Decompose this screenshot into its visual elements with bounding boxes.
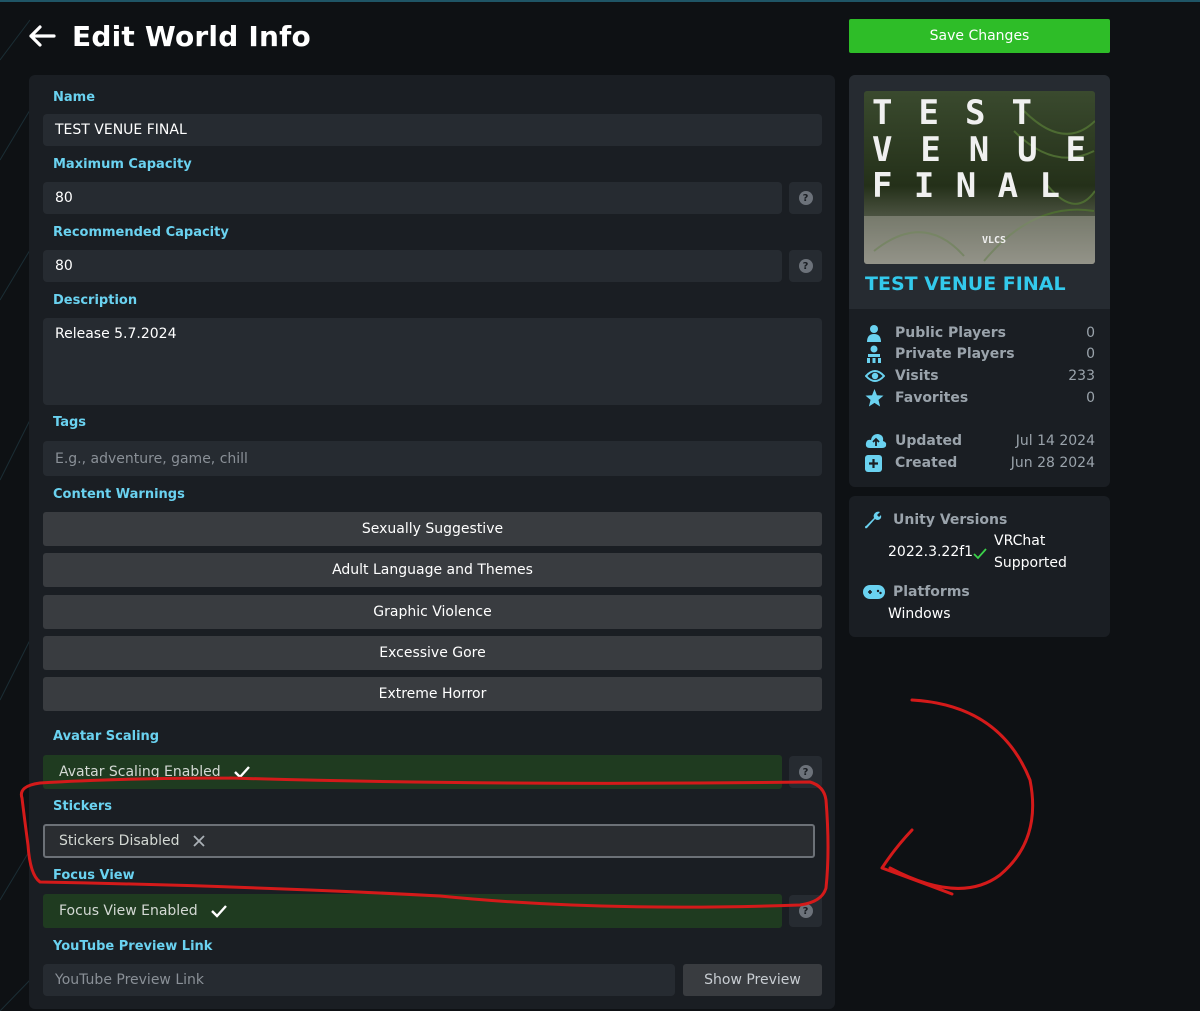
content-warning-graphic-violence[interactable]: Graphic Violence xyxy=(43,595,822,629)
stickers-label: Stickers xyxy=(53,799,113,814)
world-thumbnail: TEST VENUE FINAL VLCS xyxy=(864,91,1095,264)
back-arrow-icon[interactable] xyxy=(28,21,58,51)
focus-view-status: Focus View Enabled xyxy=(59,903,198,919)
avatar-scaling-toggle[interactable]: Avatar Scaling Enabled xyxy=(43,755,782,789)
stat-favorites: Favorites 0 xyxy=(865,388,1095,408)
max-capacity-label: Maximum Capacity xyxy=(53,157,192,172)
focus-view-label: Focus View xyxy=(53,868,135,883)
help-icon: ? xyxy=(798,904,813,918)
unity-versions-label: Unity Versions xyxy=(893,512,1008,528)
person-icon xyxy=(865,323,887,343)
close-x-icon xyxy=(192,834,206,848)
rec-capacity-input[interactable]: 80 xyxy=(43,250,782,282)
content-warning-extreme-horror[interactable]: Extreme Horror xyxy=(43,677,822,711)
plus-square-icon xyxy=(865,453,887,473)
star-icon xyxy=(865,388,887,408)
focus-view-help-button[interactable]: ? xyxy=(789,895,822,927)
content-warning-adult-language[interactable]: Adult Language and Themes xyxy=(43,553,822,587)
thumbnail-tag: VLCS xyxy=(982,235,1006,246)
content-warning-excessive-gore[interactable]: Excessive Gore xyxy=(43,636,822,670)
world-info-form: Name TEST VENUE FINAL Maximum Capacity 8… xyxy=(29,75,835,1009)
stat-private-players: Private Players 0 xyxy=(865,344,1095,364)
stat-visits: Visits 233 xyxy=(865,366,1095,386)
stickers-status: Stickers Disabled xyxy=(59,833,180,849)
help-icon: ? xyxy=(798,191,813,205)
youtube-link-input[interactable]: YouTube Preview Link xyxy=(43,964,675,996)
checkmark-icon xyxy=(973,545,987,564)
content-warnings-label: Content Warnings xyxy=(53,487,185,502)
wrench-icon xyxy=(863,511,885,531)
platform-value: Windows xyxy=(888,606,951,622)
unity-version: 2022.3.22f1 xyxy=(888,544,974,560)
annotation-arrow-head xyxy=(880,828,954,896)
checkmark-icon xyxy=(233,765,251,779)
checkmark-icon xyxy=(210,904,228,918)
help-icon: ? xyxy=(798,765,813,779)
eye-icon xyxy=(865,366,887,386)
world-summary-card: TEST VENUE FINAL VLCS TEST VENUE FINAL P… xyxy=(849,75,1110,487)
focus-view-toggle[interactable]: Focus View Enabled xyxy=(43,894,782,928)
content-warning-sexually-suggestive[interactable]: Sexually Suggestive xyxy=(43,512,822,546)
cloud-upload-icon xyxy=(865,431,887,451)
rec-capacity-label: Recommended Capacity xyxy=(53,225,229,240)
support-line-1: VRChat xyxy=(994,533,1046,549)
page-header: Edit World Info xyxy=(28,14,311,58)
stickers-toggle[interactable]: Stickers Disabled xyxy=(43,824,815,858)
platforms-label: Platforms xyxy=(893,584,970,600)
world-name: TEST VENUE FINAL xyxy=(865,273,1066,295)
tags-input[interactable]: E.g., adventure, game, chill xyxy=(43,441,822,476)
youtube-label: YouTube Preview Link xyxy=(53,939,213,954)
annotation-arrow-curve xyxy=(888,698,1035,890)
description-textarea[interactable]: Release 5.7.2024 xyxy=(43,318,822,405)
save-changes-button[interactable]: Save Changes xyxy=(849,19,1110,53)
tags-label: Tags xyxy=(53,415,87,430)
name-label: Name xyxy=(53,90,96,105)
help-icon: ? xyxy=(798,259,813,273)
gamepad-icon xyxy=(863,584,885,604)
page-title: Edit World Info xyxy=(72,19,311,53)
avatar-scaling-help-button[interactable]: ? xyxy=(789,756,822,788)
private-group-icon xyxy=(865,344,887,364)
avatar-scaling-label: Avatar Scaling xyxy=(53,729,160,744)
support-line-2: Supported xyxy=(994,555,1067,571)
max-capacity-help-button[interactable]: ? xyxy=(789,182,822,214)
stat-created: Created Jun 28 2024 xyxy=(865,453,1095,473)
stat-public-players: Public Players 0 xyxy=(865,323,1095,343)
unity-platforms-card: Unity Versions 2022.3.22f1 VRChat Suppor… xyxy=(849,496,1110,637)
description-label: Description xyxy=(53,293,138,308)
stat-updated: Updated Jul 14 2024 xyxy=(865,431,1095,451)
max-capacity-input[interactable]: 80 xyxy=(43,182,782,214)
show-preview-button[interactable]: Show Preview xyxy=(683,964,822,996)
avatar-scaling-status: Avatar Scaling Enabled xyxy=(59,764,221,780)
rec-capacity-help-button[interactable]: ? xyxy=(789,250,822,282)
name-input[interactable]: TEST VENUE FINAL xyxy=(43,114,822,146)
